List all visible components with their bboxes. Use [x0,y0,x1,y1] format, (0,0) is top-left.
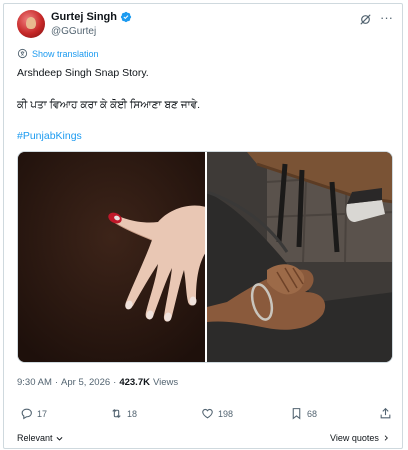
show-translation-link[interactable]: Show translation [17,48,99,59]
photo-left[interactable] [18,152,205,362]
post-meta: 9:30 AM · Apr 5, 2026 · 423.7K Views [17,377,178,388]
like-button[interactable]: 198 [201,407,233,420]
author-name[interactable]: Gurtej Singh [51,11,117,23]
chevron-right-icon [384,435,388,441]
translation-label: Show translation [32,48,99,59]
sort-relevant-dropdown[interactable]: Relevant [17,433,64,443]
repost-button[interactable]: 18 [110,407,137,420]
post-date[interactable]: Apr 5, 2026 [61,377,110,388]
share-icon [380,407,391,419]
views-label: Views [152,377,179,388]
views-count: 423.7K [119,377,150,388]
bookmark-button[interactable]: 68 [290,407,317,420]
like-icon [202,408,213,419]
view-quotes-label: View quotes [330,433,379,443]
photo-right[interactable] [206,152,392,362]
tweet-card[interactable]: Gurtej Singh @GGurtej ··· Show translati… [3,3,403,449]
hand-with-red-nail-illustration [18,152,205,362]
meta-separator: · [113,377,117,388]
author-handle[interactable]: @GGurtej [51,26,96,37]
repost-icon [112,409,121,418]
translate-icon [17,48,28,59]
hashtag-link[interactable]: #PunjabKings [17,130,82,142]
chevron-down-icon [56,436,62,441]
reply-icon [21,408,32,420]
verified-badge-icon [120,11,132,23]
post-text-line: ਕੀ ਪਤਾ ਵਿਆਹ ਕਰਾ ਕੇ ਕੋਈ ਸਿਆਣਾ ਬਣ ਜਾਵੇ. [17,99,201,111]
meta-separator: · [54,377,59,388]
reply-button[interactable]: 17 [20,407,47,420]
post-time[interactable]: 9:30 AM [17,377,52,388]
view-quotes-link[interactable]: View quotes [330,433,390,443]
more-icon[interactable]: ··· [380,11,393,25]
action-bar: 17 18 198 68 [17,407,393,423]
author-name-row[interactable]: Gurtej Singh [51,11,132,23]
holding-hands-illustration [206,152,392,362]
relevant-label: Relevant [17,433,53,443]
reply-count: 17 [37,408,48,419]
like-count: 198 [218,408,234,419]
post-text-line: Arshdeep Singh Snap Story. [17,67,149,79]
avatar[interactable] [17,10,45,38]
grok-icon[interactable] [359,13,372,26]
bookmark-icon [292,408,301,420]
bookmark-count: 68 [307,408,318,419]
share-button[interactable] [379,407,392,420]
repost-count: 18 [127,408,138,419]
media-grid [17,151,393,363]
